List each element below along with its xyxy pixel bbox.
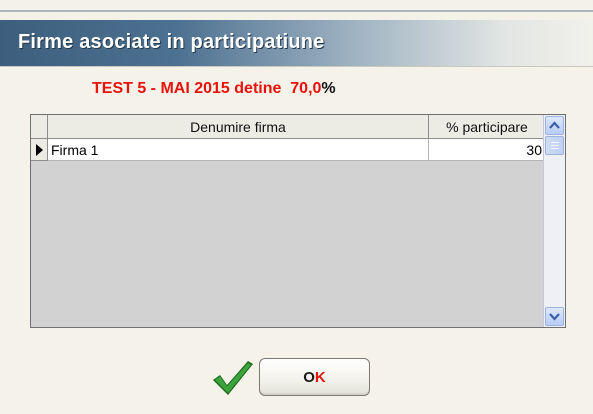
thumb-grip	[551, 142, 559, 143]
grid-header: Denumire firma % participare	[31, 115, 546, 139]
scroll-thumb[interactable]	[545, 136, 564, 155]
chevron-up-icon	[549, 121, 560, 129]
percent-sign: %	[321, 80, 336, 97]
chevron-down-icon	[549, 313, 560, 321]
top-strip	[0, 0, 593, 20]
grid-corner	[31, 115, 48, 139]
ok-label-o: O	[303, 368, 315, 386]
thumb-grip	[551, 145, 559, 146]
checkmark-icon	[213, 361, 253, 395]
column-header-participation[interactable]: % participare	[429, 115, 546, 139]
scroll-up-button[interactable]	[545, 116, 564, 135]
cell-participation[interactable]: 30	[429, 139, 546, 161]
ok-label-k: K	[314, 368, 326, 386]
ownership-percent: 70,0	[290, 80, 322, 97]
ownership-headline: TEST 5 - MAI 2015 detine 70,0%	[92, 80, 336, 98]
table-row[interactable]: Firma 1 30	[31, 139, 546, 161]
row-pointer-icon	[36, 144, 43, 156]
title-bar: Firme asociate in participatiune	[0, 20, 593, 67]
thumb-grip	[551, 148, 559, 149]
company-ownership-text: TEST 5 - MAI 2015 detine	[92, 80, 282, 97]
vertical-scrollbar[interactable]	[543, 115, 565, 327]
associates-grid[interactable]: Denumire firma % participare Firma 1 30	[30, 114, 566, 328]
window-title: Firme asociate in participatiune	[18, 31, 325, 53]
row-selector[interactable]	[31, 139, 48, 161]
cell-company-name[interactable]: Firma 1	[48, 139, 429, 161]
scroll-down-button[interactable]	[545, 307, 564, 326]
column-header-company-name[interactable]: Denumire firma	[48, 115, 429, 139]
top-divider	[0, 10, 593, 12]
ok-button[interactable]: OK	[259, 358, 370, 396]
